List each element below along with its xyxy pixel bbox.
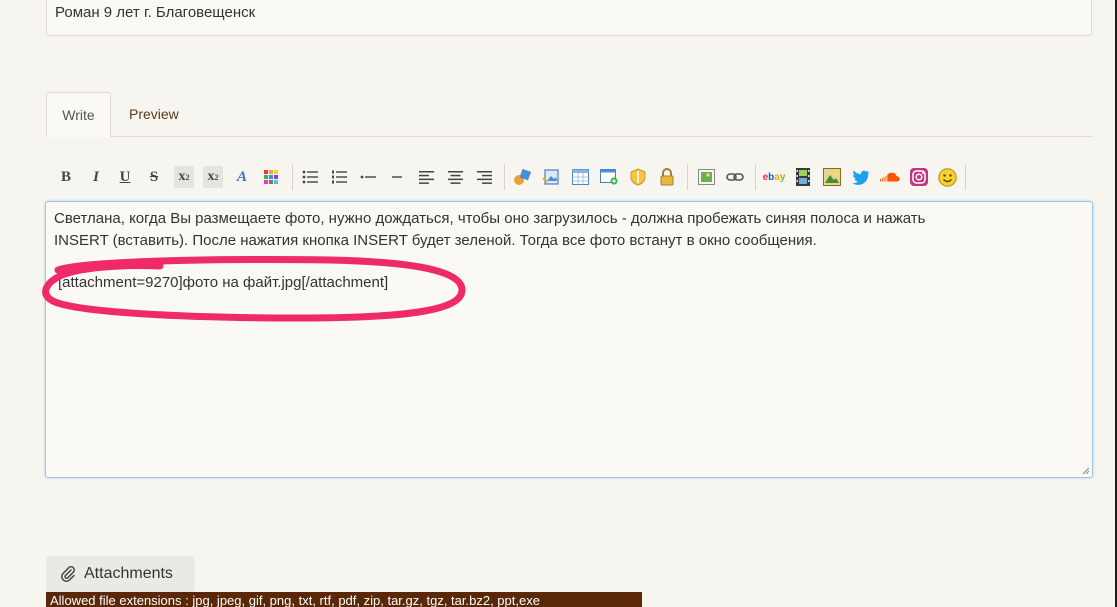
font-icon[interactable]: A: [232, 166, 252, 188]
editor-content: Светлана, когда Вы размещаете фото, нужн…: [54, 208, 1064, 252]
editor-line-1: Светлана, когда Вы размещаете фото, нужн…: [54, 210, 926, 227]
tab-write[interactable]: Write: [46, 92, 111, 138]
subscript-icon[interactable]: x2: [174, 166, 194, 188]
table-icon[interactable]: [570, 166, 590, 188]
image-link-icon[interactable]: [541, 166, 561, 188]
toolbar-separator: [687, 164, 688, 190]
media-icon[interactable]: [512, 166, 532, 188]
film-icon[interactable]: [793, 166, 813, 188]
shield-icon[interactable]: [628, 166, 648, 188]
paperclip-icon: [61, 566, 75, 582]
twitter-icon[interactable]: [851, 166, 871, 188]
allowed-extensions-text: Allowed file extensions : jpg, jpeg, gif…: [50, 593, 540, 607]
superscript-letter: x: [207, 169, 215, 184]
subscript-letter: x: [178, 169, 186, 184]
bold-icon[interactable]: B: [56, 166, 76, 188]
attachments-button-label: Attachments: [84, 565, 173, 582]
align-center-icon[interactable]: [445, 166, 465, 188]
attachment-bbcode: [attachment=9270]фото на файт.jpg[/attac…: [58, 274, 389, 291]
previous-message-text: Роман 9 лет г. Благовещенск: [55, 4, 256, 21]
message-editor[interactable]: Светлана, когда Вы размещаете фото, нужн…: [45, 201, 1093, 478]
link-icon[interactable]: [725, 166, 745, 188]
lock-icon[interactable]: [657, 166, 677, 188]
tab-preview[interactable]: Preview: [129, 92, 179, 137]
previous-message-panel: Роман 9 лет г. Благовещенск: [46, 0, 1092, 36]
italic-icon[interactable]: I: [86, 166, 106, 188]
outdent-icon[interactable]: [358, 166, 378, 188]
align-left-icon[interactable]: [416, 166, 436, 188]
color-palette-icon[interactable]: [261, 166, 281, 188]
image-icon[interactable]: [696, 166, 716, 188]
ebay-icon[interactable]: ebay: [763, 166, 786, 188]
picture-icon[interactable]: [822, 166, 842, 188]
toolbar-separator: [965, 164, 966, 190]
superscript-icon[interactable]: x2: [203, 166, 223, 188]
formatting-toolbar: B I U S x2 x2 A e b a y: [56, 162, 1076, 192]
toolbar-separator: [504, 164, 505, 190]
soundcloud-icon[interactable]: [880, 166, 900, 188]
smiley-icon[interactable]: [937, 166, 957, 188]
resize-grip-icon[interactable]: [1082, 467, 1090, 475]
toolbar-separator: [755, 164, 756, 190]
align-right-icon[interactable]: [474, 166, 494, 188]
underline-icon[interactable]: U: [115, 166, 135, 188]
strikethrough-icon[interactable]: S: [144, 166, 164, 188]
toolbar-separator: [292, 164, 293, 190]
bullet-list-icon[interactable]: [300, 166, 320, 188]
window-add-icon[interactable]: [599, 166, 619, 188]
indent-icon[interactable]: [387, 166, 407, 188]
editor-line-2: INSERT (вставить). После нажатия кнопка …: [54, 232, 817, 249]
numbered-list-icon[interactable]: [329, 166, 349, 188]
allowed-extensions-notice: Allowed file extensions : jpg, jpeg, gif…: [46, 592, 642, 607]
instagram-icon[interactable]: [909, 166, 929, 188]
editor-tabs: Write Preview: [46, 92, 1092, 138]
attachments-button[interactable]: Attachments: [46, 556, 195, 592]
